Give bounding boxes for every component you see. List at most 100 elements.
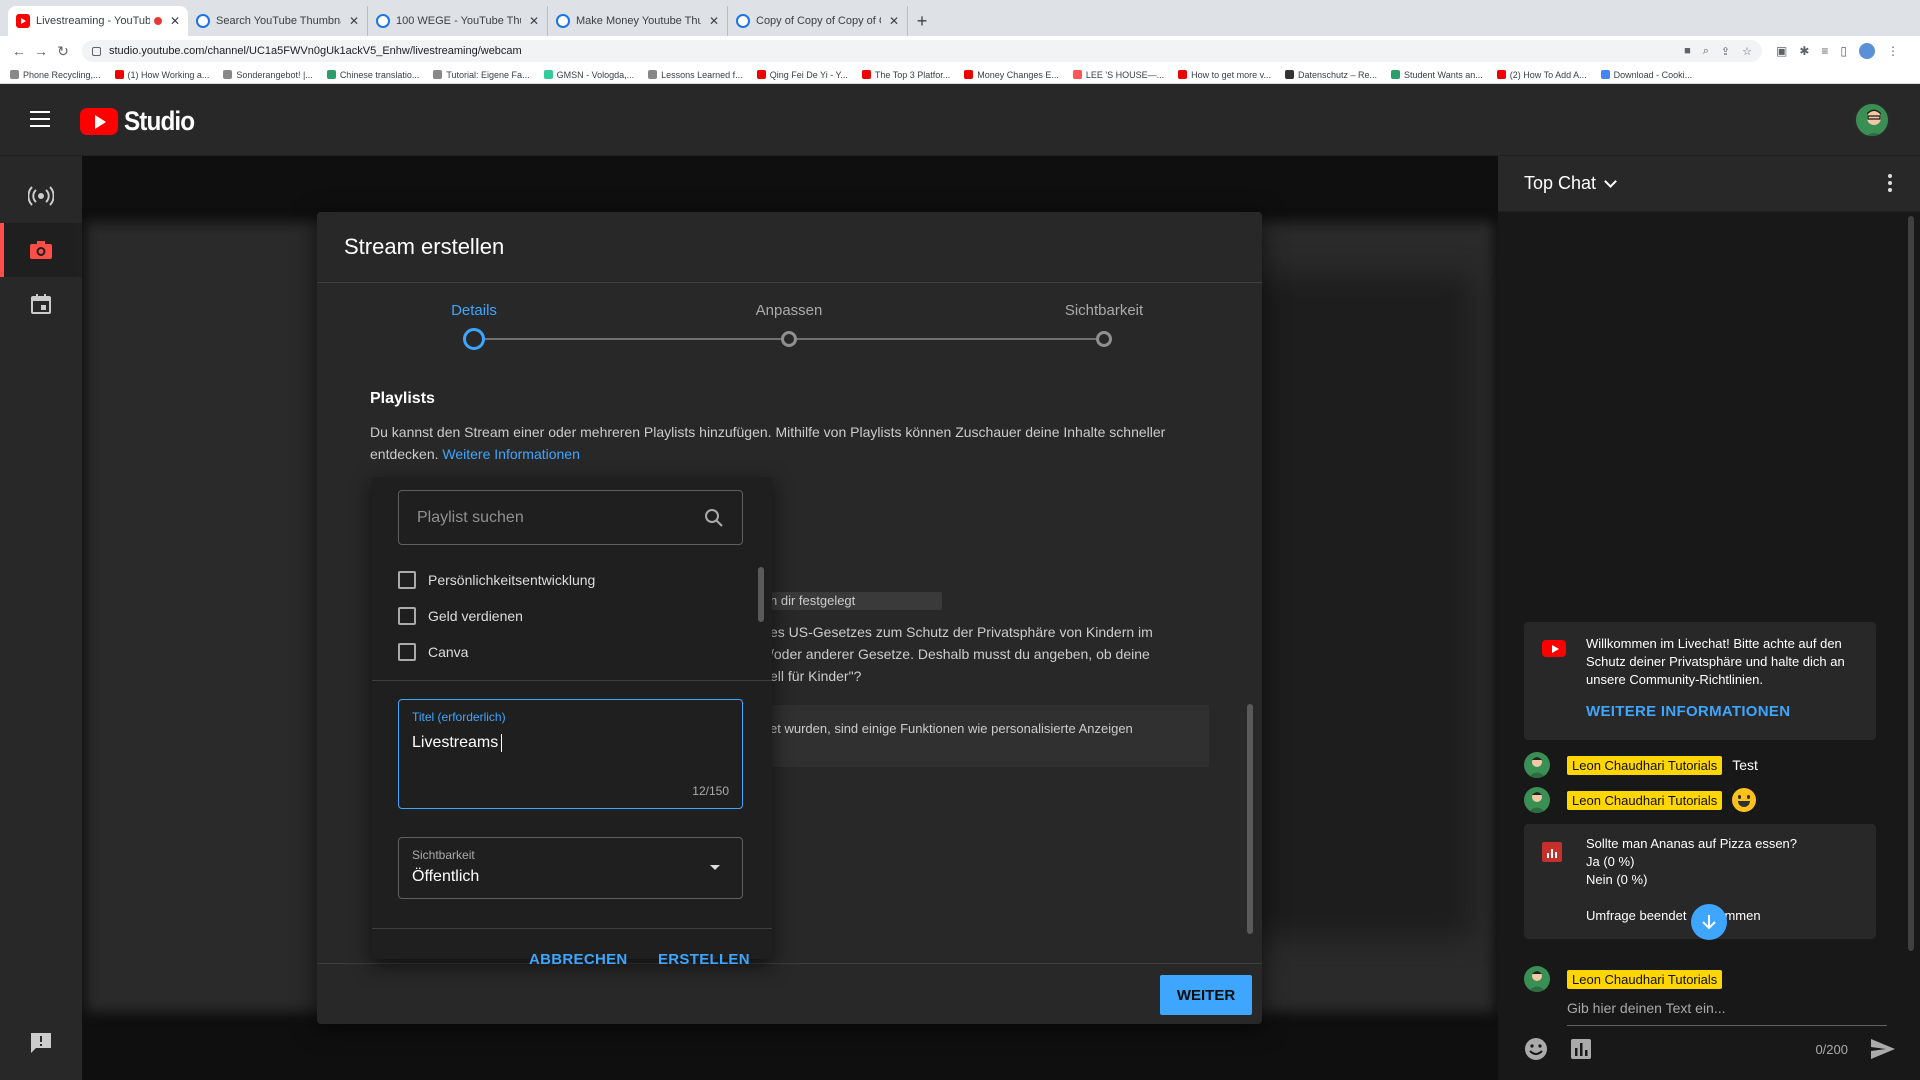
playlist-item[interactable]: Geld verdienen [398,606,523,626]
more-options-icon[interactable] [1888,174,1892,192]
send-icon[interactable] [1870,1038,1896,1060]
browser-menu-icon[interactable]: ⋮ [1887,44,1899,58]
step-anpassen[interactable]: Anpassen [756,302,823,319]
close-tab-icon[interactable]: ✕ [889,14,899,28]
extension-icon[interactable]: ▣ [1776,44,1787,58]
bookmark-item[interactable]: Chinese translatio... [326,70,419,80]
poll-icon[interactable] [1570,1038,1592,1060]
checkbox[interactable] [398,607,416,625]
bookmark-item[interactable]: Student Wants an... [1391,70,1483,80]
step-details[interactable]: Details [451,302,497,319]
web-favicon-icon [376,14,390,28]
bookmark-item[interactable]: Qing Fei De Yi - Y... [756,70,848,80]
bookmark-item[interactable]: Tutorial: Eigene Fa... [433,70,530,80]
divider [317,963,1262,964]
close-tab-icon[interactable]: ✕ [529,14,539,28]
background-info-box [759,705,1209,767]
share-icon[interactable]: ⇪ [1721,45,1730,58]
rail-item-feedback[interactable] [0,1016,82,1070]
hamburger-menu-icon[interactable] [30,111,50,127]
camera-icon[interactable]: ■ [1684,45,1691,58]
bookmark-item[interactable]: GMSN - Vologda,... [543,70,634,80]
poll-question: Sollte man Ananas auf Pizza essen? [1586,836,1798,851]
youtube-favicon-icon [16,14,30,28]
background-text: et wurden, sind einige Funktionen wie pe… [770,721,1133,736]
playlist-item[interactable]: Persönlichkeitsentwicklung [398,570,595,590]
media-icon[interactable]: ≡ [1821,44,1828,58]
playlist-item[interactable]: Canva [398,642,468,662]
browser-profile-avatar[interactable] [1859,43,1876,59]
next-button[interactable]: WEITER [1160,975,1252,1015]
browser-tab-livestreaming[interactable]: Livestreaming - YouTube S ✕ [8,6,188,36]
more-info-link[interactable]: Weitere Informationen [442,446,579,462]
bookmark-item[interactable]: Datenschutz – Re... [1284,70,1377,80]
zoom-icon[interactable]: ⌕ [1703,45,1709,58]
emoji-icon[interactable] [1524,1037,1548,1061]
cancel-button[interactable]: ABBRECHEN [529,951,628,968]
step-dot-details[interactable] [463,328,485,350]
section-title-playlists: Playlists [370,390,435,407]
bookmark-item[interactable]: How to get more v... [1178,70,1271,80]
rail-item-stream[interactable] [0,169,82,223]
avatar [1524,752,1550,778]
playlist-scrollbar[interactable] [758,567,764,622]
logo-text: Studio [124,106,195,136]
step-dot-sichtbarkeit[interactable] [1096,331,1112,347]
chevron-down-icon[interactable] [1604,174,1617,188]
chat-mode-selector[interactable]: Top Chat [1524,173,1596,194]
bookmark-item[interactable]: (1) How Working a... [114,70,209,80]
background-link[interactable]: ell für Kinder"? [770,668,861,684]
chat-message[interactable]: Leon Chaudhari Tutorials Test [1524,750,1758,780]
chat-message[interactable]: Leon Chaudhari Tutorials [1524,785,1757,815]
bookmark-star-icon[interactable]: ☆ [1742,45,1752,58]
sidepanel-icon[interactable]: ▯ [1840,44,1847,58]
more-info-link[interactable]: WEITERE INFORMATIONEN [1586,703,1790,720]
back-arrow-icon[interactable]: ← [8,43,30,59]
checkbox[interactable] [398,643,416,661]
chat-scrollbar[interactable] [1908,216,1914,951]
bookmark-item[interactable]: The Top 3 Platfor... [861,70,950,80]
bookmark-item[interactable]: LEE 'S HOUSE—... [1072,70,1164,80]
address-bar[interactable]: studio.youtube.com/channel/UC1a5FWVn0gUk… [82,40,1762,62]
checkbox[interactable] [398,571,416,589]
bookmark-item[interactable]: Lessons Learned f... [648,70,743,80]
create-playlist-button[interactable]: ERSTELLEN [658,951,750,968]
playlist-search-input[interactable]: Playlist suchen [398,490,743,545]
close-tab-icon[interactable]: ✕ [709,14,719,28]
new-tab-button[interactable]: + [908,6,936,36]
bookmark-item[interactable]: Money Changes E... [964,70,1059,80]
bookmark-item[interactable]: (2) How To Add A... [1496,70,1587,80]
puzzle-icon[interactable]: ✱ [1799,44,1809,58]
close-tab-icon[interactable]: ✕ [170,14,180,28]
search-icon[interactable] [704,508,724,528]
dialog-scrollbar[interactable] [1247,704,1253,934]
browser-tab-100-wege[interactable]: 100 WEGE - YouTube Thumbn ✕ [368,6,548,36]
account-avatar[interactable] [1854,102,1890,138]
step-sichtbarkeit[interactable]: Sichtbarkeit [1065,302,1143,319]
youtube-studio-logo[interactable]: Studio [80,106,202,137]
rail-item-webcam[interactable] [0,223,82,277]
dropdown-arrow-icon [710,865,720,870]
close-tab-icon[interactable]: ✕ [349,14,359,28]
divider [372,680,772,681]
bookmark-item[interactable]: Sonderangebot! |... [223,70,313,80]
text-caret [501,734,503,752]
rail-item-manage[interactable] [0,277,82,331]
step-dot-anpassen[interactable] [781,331,797,347]
playlist-visibility-select[interactable]: Sichtbarkeit Öffentlich [398,837,743,899]
scroll-to-bottom-button[interactable] [1691,904,1727,940]
poll-status: Umfrage beendet mmen [1586,908,1761,923]
playlist-popup: Playlist suchen Persönlichkeitsentwicklu… [372,477,772,968]
reload-icon[interactable]: ↻ [52,43,74,60]
camera-icon [30,241,52,259]
bookmark-item[interactable]: Download - Cooki... [1600,70,1692,80]
browser-tab-search-thumbnail[interactable]: Search YouTube Thumbnail - C ✕ [188,6,368,36]
forward-arrow-icon[interactable]: → [30,43,52,59]
browser-tab-make-money[interactable]: Make Money Youtube Thumbn ✕ [548,6,728,36]
chat-message-input[interactable]: Gib hier deinen Text ein... [1567,1000,1887,1026]
browser-tab-copy[interactable]: Copy of Copy of Copy of Copy ✕ [728,6,908,36]
new-playlist-title-field[interactable]: Titel (erforderlich) Livestreams 12/150 [398,699,743,809]
field-value: Livestreams [412,734,503,752]
author-badge: Leon Chaudhari Tutorials [1567,970,1723,989]
bookmark-item[interactable]: Phone Recycling,... [10,70,101,80]
